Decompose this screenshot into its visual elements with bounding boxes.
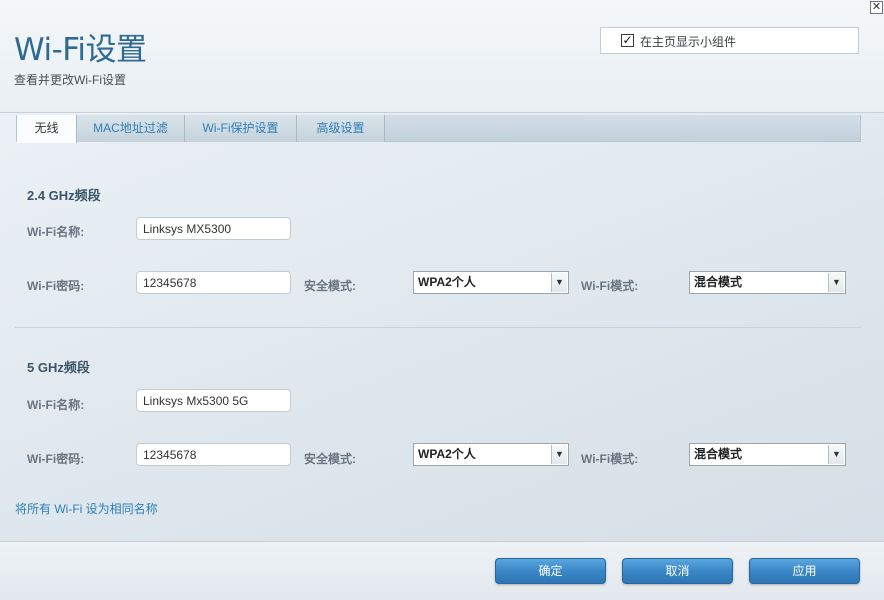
band24-mode-select[interactable]: 混合模式 ▼: [689, 271, 846, 294]
cancel-button[interactable]: 取消: [622, 558, 733, 584]
band5-name-input[interactable]: Linksys Mx5300 5G: [136, 389, 291, 412]
page-subtitle: 查看并更改Wi-Fi设置: [14, 73, 126, 87]
tab-wps[interactable]: Wi-Fi保护设置: [185, 115, 297, 142]
band24-security-value: WPA2个人: [418, 275, 476, 289]
band5-password-label: Wi-Fi密码:: [27, 452, 85, 466]
band24-mode-label: Wi-Fi模式:: [581, 279, 639, 293]
band5-mode-label: Wi-Fi模式:: [581, 452, 639, 466]
band5-password-input[interactable]: 12345678: [136, 443, 291, 466]
same-name-link[interactable]: 将所有 Wi-Fi 设为相同名称: [15, 500, 158, 517]
close-button[interactable]: ✕: [870, 1, 883, 14]
band24-password-input[interactable]: 12345678: [136, 271, 291, 294]
band24-security-select[interactable]: WPA2个人 ▼: [413, 271, 569, 294]
tab-mac-filter[interactable]: MAC地址过滤: [77, 115, 185, 142]
chevron-down-icon: ▼: [828, 445, 844, 464]
chevron-down-icon: ▼: [551, 273, 567, 292]
band5-security-value: WPA2个人: [418, 447, 476, 461]
band24-name-label: Wi-Fi名称:: [27, 225, 85, 239]
show-widget-option[interactable]: ✓ 在主页显示小组件: [600, 27, 859, 54]
page-title: Wi-Fi设置: [14, 32, 147, 68]
band24-title: 2.4 GHz频段: [27, 188, 101, 203]
band24-mode-value: 混合模式: [694, 275, 743, 289]
header: Wi-Fi设置 查看并更改Wi-Fi设置 ✓ 在主页显示小组件 ✕: [0, 0, 884, 113]
show-widget-label: 在主页显示小组件: [640, 35, 737, 49]
chevron-down-icon: ▼: [551, 445, 567, 464]
band24-name-input[interactable]: Linksys MX5300: [136, 217, 291, 240]
band5-security-select[interactable]: WPA2个人 ▼: [413, 443, 569, 466]
band5-mode-select[interactable]: 混合模式 ▼: [689, 443, 846, 466]
band5-security-label: 安全模式:: [304, 452, 356, 466]
close-icon: ✕: [871, 1, 882, 13]
band24-password-label: Wi-Fi密码:: [27, 279, 85, 293]
apply-button[interactable]: 应用: [749, 558, 860, 584]
tab-bar: 无线 MAC地址过滤 Wi-Fi保护设置 高级设置: [16, 115, 861, 143]
section-divider: [15, 327, 861, 328]
chevron-down-icon: ▼: [828, 273, 844, 292]
show-widget-checkbox[interactable]: ✓: [621, 34, 634, 47]
tab-wireless[interactable]: 无线: [17, 115, 77, 143]
ok-button[interactable]: 确定: [495, 558, 606, 584]
band5-mode-value: 混合模式: [694, 447, 743, 461]
band5-title: 5 GHz频段: [27, 360, 90, 375]
checkmark-icon: ✓: [622, 33, 633, 47]
band5-name-label: Wi-Fi名称:: [27, 398, 85, 412]
tab-advanced[interactable]: 高级设置: [297, 115, 385, 142]
band24-security-label: 安全模式:: [304, 279, 356, 293]
